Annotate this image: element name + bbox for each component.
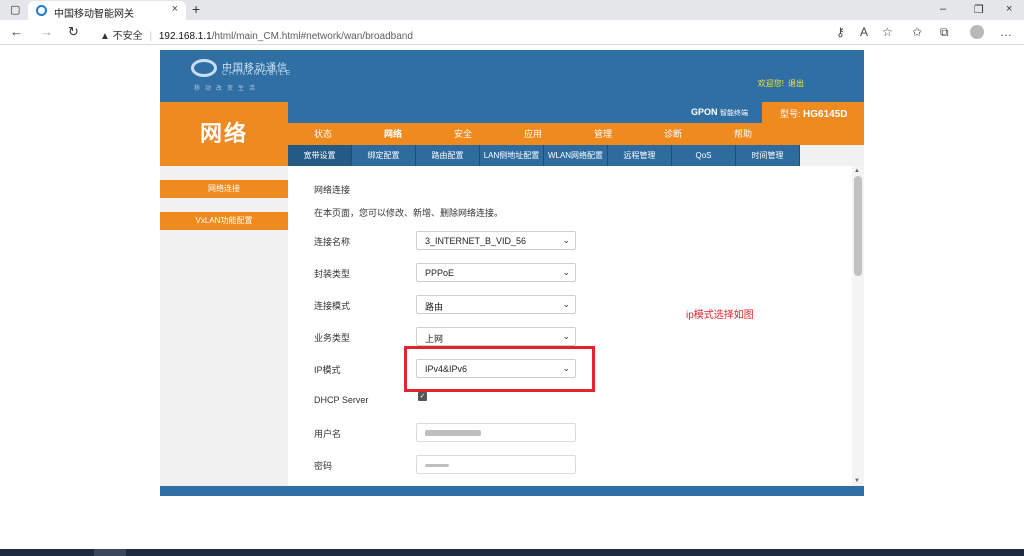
sub-nav-filler <box>800 145 864 166</box>
tab-title: 中国移动智能网关 <box>54 9 134 20</box>
chevron-down-icon: ⌄ <box>562 267 570 277</box>
minimize-icon[interactable]: – <box>940 3 946 15</box>
favorite-add-icon[interactable]: ☆ <box>882 25 893 39</box>
tab-actions-icon[interactable]: ▢ <box>10 3 20 16</box>
new-tab-button[interactable]: + <box>192 1 200 17</box>
main-nav-status[interactable]: 状态 <box>288 123 358 145</box>
scroll-thumb[interactable] <box>854 176 862 276</box>
url-separator: | <box>149 31 153 42</box>
conn-name-label: 连接名称 <box>314 237 351 247</box>
main-nav-security[interactable]: 安全 <box>428 123 498 145</box>
mode-value: 路由 <box>425 302 444 312</box>
page-footer <box>160 486 864 496</box>
tab-remote-management[interactable]: 远程管理 <box>608 145 672 166</box>
url-field[interactable]: ▲ 不安全 | 192.168.1.1/html/main_CM.html#ne… <box>94 23 900 42</box>
china-mobile-logo-icon <box>191 59 217 77</box>
main-nav-network[interactable]: 网络 <box>358 123 428 145</box>
logo-slogan: 移动改变生活 <box>194 86 261 92</box>
page-header: 中国移动通信 CHINAMOBILE 移动改变生活 欢迎您! 退出 <box>160 50 864 102</box>
address-bar-row: ← → ↻ ▲ 不安全 | 192.168.1.1/html/main_CM.h… <box>0 20 1024 45</box>
url-host: 192.168.1.1 <box>158 31 212 42</box>
encap-select[interactable]: PPPoE ⌄ <box>416 263 576 282</box>
mode-select[interactable]: 路由 ⌄ <box>416 295 576 314</box>
ip-mode-label: IP模式 <box>314 365 341 375</box>
chevron-down-icon: ⌄ <box>562 299 570 309</box>
password-input[interactable] <box>416 455 576 474</box>
encap-value: PPPoE <box>425 268 455 278</box>
content-title: 网络连接 <box>314 185 351 195</box>
main-nav-help[interactable]: 帮助 <box>708 123 778 145</box>
site-favicon-icon <box>36 5 47 16</box>
model-badge: 型号: HG6145D <box>762 102 864 123</box>
tab-qos[interactable]: QoS <box>672 145 736 166</box>
masked-password <box>425 464 449 467</box>
left-menu: 网络连接 VxLAN功能配置 <box>160 166 288 486</box>
annotation-note: ip模式选择如图 <box>686 310 754 321</box>
encap-label: 封装类型 <box>314 269 351 279</box>
restore-icon[interactable]: ❐ <box>974 3 984 16</box>
main-nav-apps[interactable]: 应用 <box>498 123 568 145</box>
dhcp-label: DHCP Server <box>314 395 369 405</box>
main-nav-diagnose[interactable]: 诊断 <box>638 123 708 145</box>
key-icon[interactable]: ⚷ <box>836 25 845 39</box>
model-value: HG6145D <box>803 109 848 120</box>
product-strip: GPON 智能终端 <box>288 102 762 123</box>
more-options-icon[interactable]: … <box>1000 25 1012 39</box>
welcome-text: 欢迎您! <box>757 79 784 88</box>
username-input[interactable] <box>416 423 576 442</box>
content-description: 在本页面，您可以修改、新增、删除网络连接。 <box>314 208 504 218</box>
service-select[interactable]: 上网 ⌄ <box>416 327 576 346</box>
taskbar-app[interactable] <box>94 549 126 556</box>
main-nav-management[interactable]: 管理 <box>568 123 638 145</box>
conn-name-select[interactable]: 3_INTERNET_B_VID_56 ⌄ <box>416 231 576 250</box>
product-name: GPON 智能终端 <box>691 107 748 118</box>
browser-tab[interactable]: 中国移动智能网关 × <box>28 1 186 20</box>
logout-link[interactable]: 退出 <box>788 78 804 89</box>
sub-nav: 宽带设置 绑定配置 路由配置 LAN侧地址配置 WLAN网络配置 远程管理 Qo… <box>288 145 800 166</box>
left-menu-vxlan[interactable]: VxLAN功能配置 <box>160 212 288 230</box>
os-taskbar <box>0 549 1024 556</box>
back-icon[interactable]: ← <box>10 24 23 39</box>
tab-lan-address[interactable]: LAN侧地址配置 <box>480 145 544 166</box>
tab-broadband[interactable]: 宽带设置 <box>288 145 352 166</box>
tab-wlan[interactable]: WLAN网络配置 <box>544 145 608 166</box>
url-path: /html/main_CM.html#network/wan/broadband <box>211 31 413 42</box>
conn-name-value: 3_INTERNET_B_VID_56 <box>425 236 527 246</box>
service-label: 业务类型 <box>314 333 351 343</box>
content-scrollbar[interactable]: ▲ ▼ <box>852 166 864 486</box>
content-panel: 网络连接 在本页面，您可以修改、新增、删除网络连接。 连接名称 3_INTERN… <box>288 166 864 486</box>
annotation-highlight-box <box>404 346 595 392</box>
tab-close-icon[interactable]: × <box>172 3 178 15</box>
reload-icon[interactable]: ↻ <box>68 24 79 40</box>
mode-label: 连接模式 <box>314 301 351 311</box>
section-title: 网络 <box>160 102 288 166</box>
router-page: 中国移动通信 CHINAMOBILE 移动改变生活 欢迎您! 退出 网络 GPO… <box>160 50 864 496</box>
favorites-icon[interactable]: ✩ <box>912 25 922 39</box>
model-label: 型号: <box>780 109 801 119</box>
product-main: GPON <box>690 107 718 117</box>
redacted-value <box>425 430 481 436</box>
scroll-up-icon[interactable]: ▲ <box>854 168 860 174</box>
dhcp-checkbox[interactable]: ✓ <box>418 392 427 401</box>
tab-routing[interactable]: 路由配置 <box>416 145 480 166</box>
password-label: 密码 <box>314 461 333 471</box>
profile-avatar[interactable] <box>970 25 984 39</box>
username-label: 用户名 <box>314 429 342 439</box>
main-nav: 状态 网络 安全 应用 管理 诊断 帮助 <box>288 123 864 145</box>
tab-binding[interactable]: 绑定配置 <box>352 145 416 166</box>
left-menu-network-connection[interactable]: 网络连接 <box>160 180 288 198</box>
tab-time-management[interactable]: 时间管理 <box>736 145 800 166</box>
logo-text-en: CHINAMOBILE <box>222 70 293 77</box>
collections-icon[interactable]: ⧉ <box>940 25 949 40</box>
forward-icon[interactable]: → <box>40 24 53 39</box>
scroll-down-icon[interactable]: ▼ <box>854 478 860 484</box>
chevron-down-icon: ⌄ <box>562 331 570 341</box>
read-aloud-icon[interactable]: A <box>860 25 868 39</box>
insecure-warning[interactable]: ▲ 不安全 <box>100 31 143 42</box>
browser-tabbar: ▢ 中国移动智能网关 × + – ❐ × <box>0 0 1024 20</box>
chevron-down-icon: ⌄ <box>562 235 570 245</box>
close-window-icon[interactable]: × <box>1006 3 1012 15</box>
service-value: 上网 <box>425 334 444 344</box>
product-sub: 智能终端 <box>720 110 748 117</box>
